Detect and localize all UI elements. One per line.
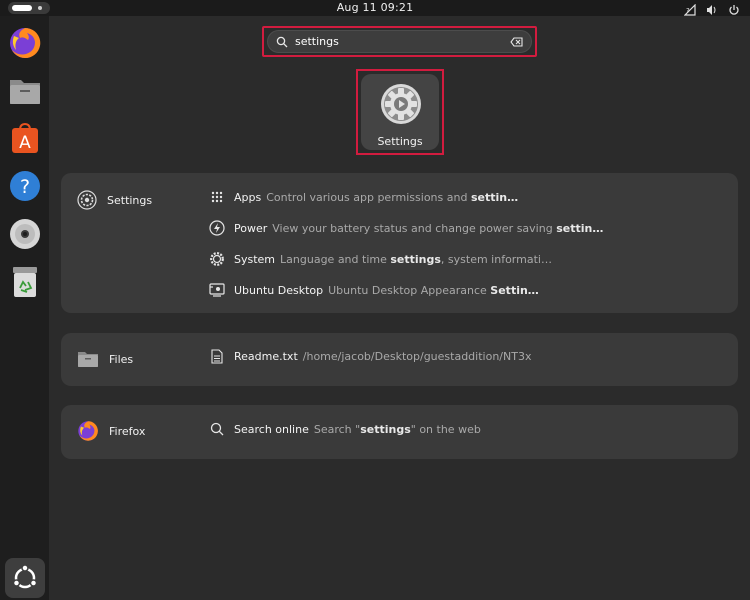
help-launcher[interactable]: ? [5,166,45,206]
search-icon [276,36,288,48]
firefox-icon [78,421,98,441]
system-tray[interactable]: ? [683,1,740,16]
files-folder-icon [78,352,98,367]
app-center-launcher[interactable]: A [5,118,45,158]
svg-text:?: ? [20,176,30,198]
app-center-icon: A [12,122,38,153]
result-search-online[interactable]: Search online Search "settings" on the w… [209,421,481,437]
svg-text:?: ? [686,7,690,15]
settings-provider-name: Settings [107,193,153,207]
disc-icon [10,219,40,249]
ubuntu-logo-icon [12,564,38,589]
result-system[interactable]: System Language and time settings, syste… [209,251,552,267]
result-description: Search "settings" on the web [313,422,481,436]
result-title: Ubuntu Desktop [234,283,324,297]
firefox-provider-name: Firefox [109,424,146,438]
settings-provider[interactable]: Settings [77,190,152,210]
desktop-appearance-icon [209,282,225,298]
result-description: /home/jacob/Desktop/guestaddition/NT3x [302,349,532,363]
firefox-launcher[interactable] [5,23,45,63]
power-icon[interactable] [728,1,740,15]
clear-search-icon[interactable] [510,37,523,47]
disc-launcher[interactable] [5,214,45,254]
search-highlight [262,26,537,57]
help-icon: ? [10,171,40,201]
settings-app-result[interactable]: Settings [361,74,439,150]
volume-icon[interactable] [706,1,718,15]
result-ubuntu-desktop[interactable]: Ubuntu Desktop Ubuntu Desktop Appearance… [209,282,539,298]
files-launcher[interactable] [5,71,45,111]
trash-icon [13,267,37,297]
result-title: Apps [234,190,262,204]
settings-gear-icon [381,84,421,124]
search-box[interactable] [267,30,532,53]
top-bar: Aug 11 09:21 ? [0,0,750,16]
system-gear-icon [209,251,225,267]
settings-provider-icon [77,190,97,210]
dock: A ? [0,16,49,600]
result-title: Search online [234,422,309,436]
svg-text:A: A [19,133,31,153]
clock[interactable]: Aug 11 09:21 [0,1,750,14]
result-description: View your battery status and change powe… [272,221,604,235]
result-description: Control various app permissions and sett… [266,190,519,204]
result-description: Language and time settings, system infor… [280,252,552,266]
folder-icon [10,80,40,104]
result-title: System [234,252,276,266]
trash-launcher[interactable] [5,262,45,302]
firefox-provider[interactable]: Firefox [77,420,145,442]
text-file-icon [209,348,225,364]
power-bolt-icon [209,220,225,236]
show-apps-button[interactable] [5,558,45,598]
result-title: Power [234,221,268,235]
result-power[interactable]: Power View your battery status and chang… [209,220,603,236]
firefox-provider-panel: Firefox Search online Search "settings" … [61,405,738,459]
result-title: Readme.txt [234,349,298,363]
search-online-icon [209,421,225,437]
result-description: Ubuntu Desktop Appearance Settin… [328,283,539,297]
network-icon[interactable]: ? [683,1,696,16]
files-provider-panel: Files Readme.txt /home/jacob/Desktop/gue… [61,333,738,386]
firefox-icon [10,27,41,58]
search-input[interactable] [295,33,495,50]
app-result-highlight: Settings [356,69,444,155]
result-apps[interactable]: Apps Control various app permissions and… [209,189,518,205]
app-result-label: Settings [377,135,423,148]
apps-grid-icon [209,189,225,205]
files-provider-name: Files [109,352,134,366]
files-provider[interactable]: Files [77,349,133,369]
result-readme[interactable]: Readme.txt /home/jacob/Desktop/guestaddi… [209,348,531,364]
settings-provider-panel: Settings Apps Control various app permis… [61,173,738,313]
